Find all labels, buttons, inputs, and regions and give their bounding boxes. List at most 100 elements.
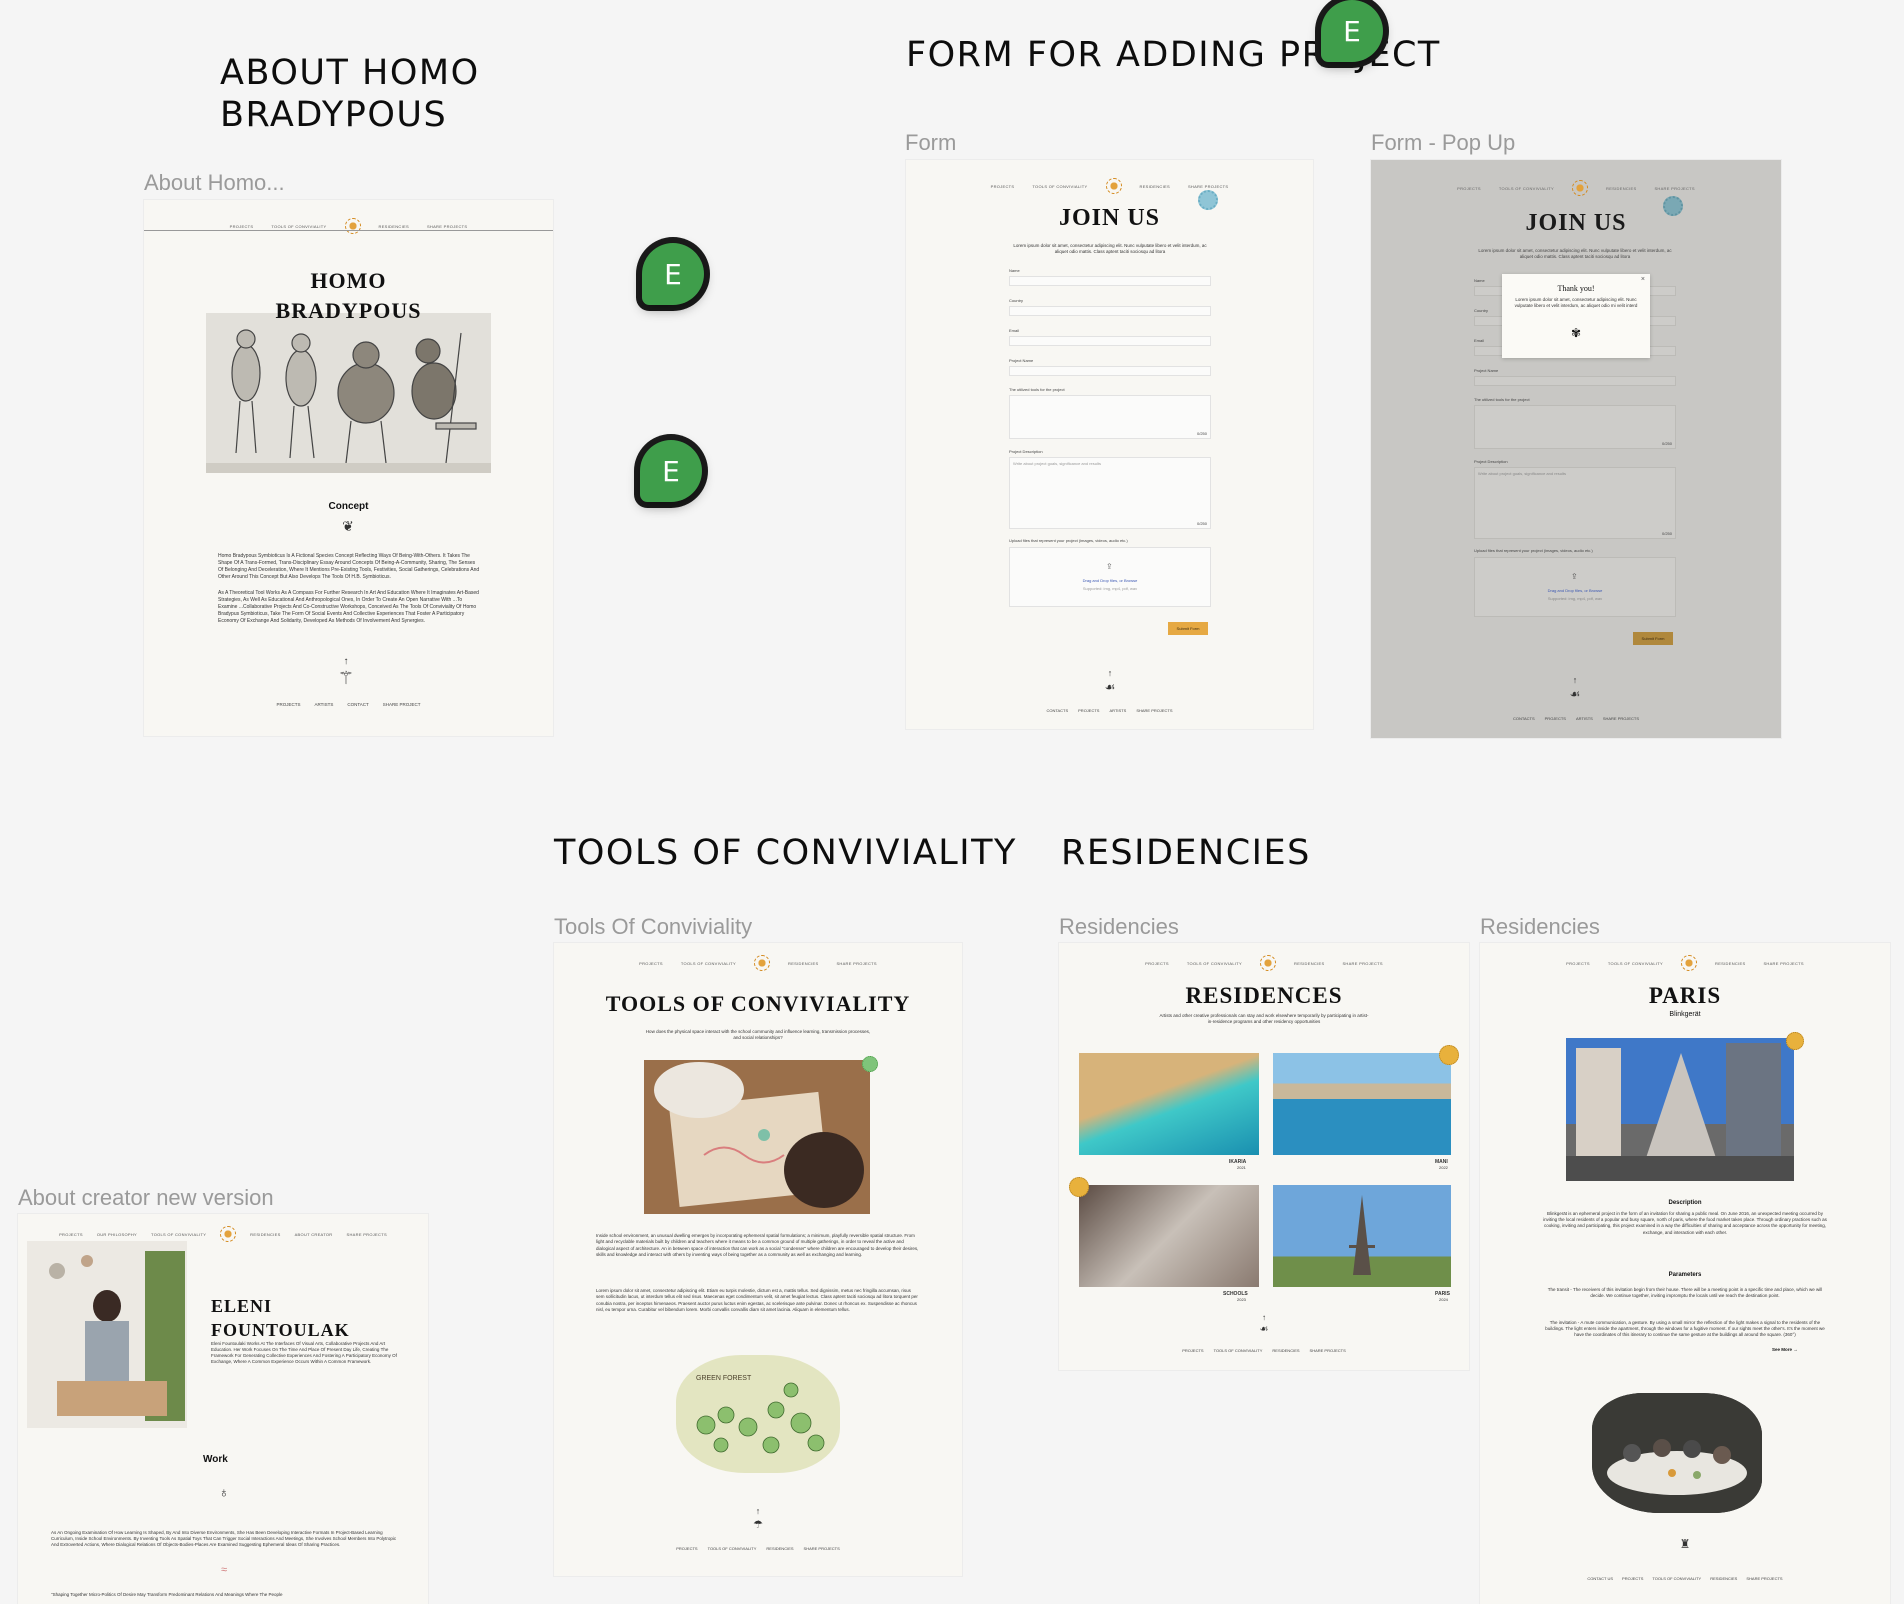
submit-button[interactable]: Submit Form — [1633, 632, 1673, 645]
nav-philosophy[interactable]: OUR PHILOSOPHY — [97, 1232, 137, 1237]
submit-button[interactable]: Submit Form — [1168, 622, 1208, 635]
nav-share[interactable]: SHARE PROJECTS — [836, 961, 876, 966]
nav-share[interactable]: SHARE PROJECTS — [1763, 961, 1803, 966]
nav-projects[interactable]: PROJECTS — [230, 224, 254, 229]
schools-photo[interactable] — [1079, 1185, 1259, 1287]
paris-photo[interactable] — [1273, 1185, 1451, 1287]
footer-contacts[interactable]: CONTACTS — [1513, 716, 1535, 721]
frame-label-form[interactable]: Form — [905, 130, 956, 156]
frame-label-form-popup[interactable]: Form - Pop Up — [1371, 130, 1515, 156]
nav-projects[interactable]: PROJECTS — [639, 961, 663, 966]
sun-logo-icon[interactable] — [754, 955, 771, 971]
name-input[interactable] — [1009, 276, 1211, 286]
thank-you-popup[interactable]: × Thank you! Lorem ipsum dolor sit amet,… — [1502, 274, 1650, 358]
frame-label-residencies-2[interactable]: Residencies — [1480, 914, 1600, 940]
upload-dropzone[interactable]: ⇪ Drag and Drop files, or Browse Support… — [1474, 557, 1676, 617]
nav-tools[interactable]: TOOLS OF CONVIVIALITY — [1608, 961, 1663, 966]
footer-share-projects[interactable]: SHARE PROJECTS — [1603, 716, 1639, 721]
nav-projects[interactable]: PROJECTS — [1145, 961, 1169, 966]
footer-contact-us[interactable]: CONTACT US — [1587, 1576, 1613, 1581]
sun-logo-icon[interactable] — [1260, 955, 1277, 971]
footer-share-projects[interactable]: SHARE PROJECTS — [804, 1546, 840, 1551]
nav-share[interactable]: SHARE PROJECTS — [1654, 186, 1694, 191]
nav-residencies[interactable]: RESIDENCIES — [1140, 184, 1170, 189]
comment-avatar[interactable]: E — [1321, 0, 1383, 62]
frame-paris[interactable]: PROJECTS TOOLS OF CONVIVIALITY RESIDENCI… — [1480, 943, 1890, 1604]
tools-textarea[interactable]: 0/250 — [1009, 395, 1211, 439]
arrow-up-icon[interactable]: ↑ — [1257, 1313, 1271, 1322]
nav-projects[interactable]: PROJECTS — [59, 1232, 83, 1237]
footer-residencies[interactable]: RESIDENCIES — [766, 1546, 793, 1551]
footer-tools[interactable]: TOOLS OF CONVIVIALITY — [708, 1546, 757, 1551]
email-input[interactable] — [1009, 336, 1211, 346]
arrow-up-icon[interactable]: ↑ — [1568, 675, 1582, 685]
arrow-up-icon[interactable]: ↑ — [751, 1506, 765, 1516]
footer-contact[interactable]: CONTACT — [347, 702, 368, 707]
comment-avatar[interactable]: E — [640, 440, 702, 502]
sun-logo-icon[interactable] — [220, 1226, 237, 1242]
frame-about-creator[interactable]: PROJECTS OUR PHILOSOPHY TOOLS OF CONVIVI… — [18, 1214, 428, 1604]
footer-share-projects[interactable]: SHARE PROJECTS — [1310, 1348, 1346, 1353]
footer-tools[interactable]: TOOLS OF CONVIVIALITY — [1214, 1348, 1263, 1353]
sun-logo-icon[interactable] — [1681, 955, 1698, 971]
frame-form-popup[interactable]: PROJECTS TOOLS OF CONVIVIALITY RESIDENCI… — [1371, 160, 1781, 738]
frame-residences[interactable]: PROJECTS TOOLS OF CONVIVIALITY RESIDENCI… — [1059, 943, 1469, 1370]
arrow-up-icon[interactable]: ↑ — [334, 656, 358, 667]
nav-tools[interactable]: TOOLS OF CONVIVIALITY — [681, 961, 736, 966]
nav-tools[interactable]: TOOLS OF CONVIVIALITY — [1187, 961, 1242, 966]
footer-artists[interactable]: ARTISTS — [1576, 716, 1593, 721]
nav-share[interactable]: SHARE PROJECTS — [1188, 184, 1228, 189]
project-name-input[interactable] — [1474, 376, 1676, 386]
nav-tools[interactable]: TOOLS OF CONVIVIALITY — [271, 224, 326, 229]
nav-residencies[interactable]: RESIDENCIES — [1715, 961, 1745, 966]
footer-contacts[interactable]: CONTACTS — [1046, 708, 1068, 713]
description-textarea[interactable]: Write about project goals, significance … — [1009, 457, 1211, 529]
description-textarea[interactable]: Write about project goals, significance … — [1474, 467, 1676, 539]
nav-projects[interactable]: PROJECTS — [1457, 186, 1481, 191]
footer-share-projects[interactable]: SHARE PROJECTS — [1136, 708, 1172, 713]
tools-textarea[interactable]: 0/250 — [1474, 405, 1676, 449]
arrow-up-icon[interactable]: ↑ — [1103, 668, 1117, 678]
drag-drop-text[interactable]: Drag and Drop files, or Browse — [1475, 588, 1675, 593]
project-name-input[interactable] — [1009, 366, 1211, 376]
upload-dropzone[interactable]: ⇪ Drag and Drop files, or Browse Support… — [1009, 547, 1211, 607]
nav-residencies[interactable]: RESIDENCIES — [1606, 186, 1636, 191]
frame-form[interactable]: PROJECTS TOOLS OF CONVIVIALITY RESIDENCI… — [906, 160, 1313, 729]
footer-tools[interactable]: TOOLS OF CONVIVIALITY — [1652, 1576, 1701, 1581]
footer-artists[interactable]: ARTISTS — [314, 702, 333, 707]
nav-share[interactable]: SHARE PROJECTS — [427, 224, 467, 229]
footer-projects[interactable]: PROJECTS — [276, 702, 300, 707]
close-icon[interactable]: × — [1641, 276, 1645, 283]
ikaria-photo[interactable] — [1079, 1053, 1259, 1155]
mani-photo[interactable] — [1273, 1053, 1451, 1155]
nav-residencies[interactable]: RESIDENCIES — [1294, 961, 1324, 966]
footer-residencies[interactable]: RESIDENCIES — [1272, 1348, 1299, 1353]
nav-tools[interactable]: TOOLS OF CONVIVIALITY — [1032, 184, 1087, 189]
nav-projects[interactable]: PROJECTS — [991, 184, 1015, 189]
nav-share[interactable]: SHARE PROJECTS — [347, 1232, 387, 1237]
see-more-link[interactable]: See More → — [1772, 1347, 1798, 1352]
footer-residencies[interactable]: RESIDENCIES — [1710, 1576, 1737, 1581]
frame-label-tools[interactable]: Tools Of Conviviality — [554, 914, 752, 940]
comment-avatar[interactable]: E — [642, 243, 704, 305]
nav-tools[interactable]: TOOLS OF CONVIVIALITY — [1499, 186, 1554, 191]
country-input[interactable] — [1009, 306, 1211, 316]
sun-logo-icon[interactable] — [344, 218, 361, 234]
nav-projects[interactable]: PROJECTS — [1566, 961, 1590, 966]
sun-logo-icon[interactable] — [1572, 180, 1589, 196]
nav-about-creator[interactable]: ABOUT CREATOR — [295, 1232, 333, 1237]
footer-projects[interactable]: PROJECTS — [1078, 708, 1099, 713]
frame-label-residencies-1[interactable]: Residencies — [1059, 914, 1179, 940]
footer-projects[interactable]: PROJECTS — [1182, 1348, 1203, 1353]
nav-residencies[interactable]: RESIDENCIES — [788, 961, 818, 966]
frame-tools[interactable]: PROJECTS TOOLS OF CONVIVIALITY RESIDENCI… — [554, 943, 962, 1576]
footer-artists[interactable]: ARTISTS — [1109, 708, 1126, 713]
frame-label-creator[interactable]: About creator new version — [18, 1185, 274, 1211]
nav-share[interactable]: SHARE PROJECTS — [1342, 961, 1382, 966]
frame-label-about[interactable]: About Homo... — [144, 170, 285, 196]
footer-projects[interactable]: PROJECTS — [1545, 716, 1566, 721]
frame-about-homo[interactable]: PROJECTS TOOLS OF CONVIVIALITY RESIDENCI… — [144, 200, 553, 736]
nav-tools[interactable]: TOOLS OF CONVIVIALITY — [151, 1232, 206, 1237]
footer-share-project[interactable]: SHARE PROJECT — [383, 702, 421, 707]
nav-residencies[interactable]: RESIDENCIES — [379, 224, 409, 229]
